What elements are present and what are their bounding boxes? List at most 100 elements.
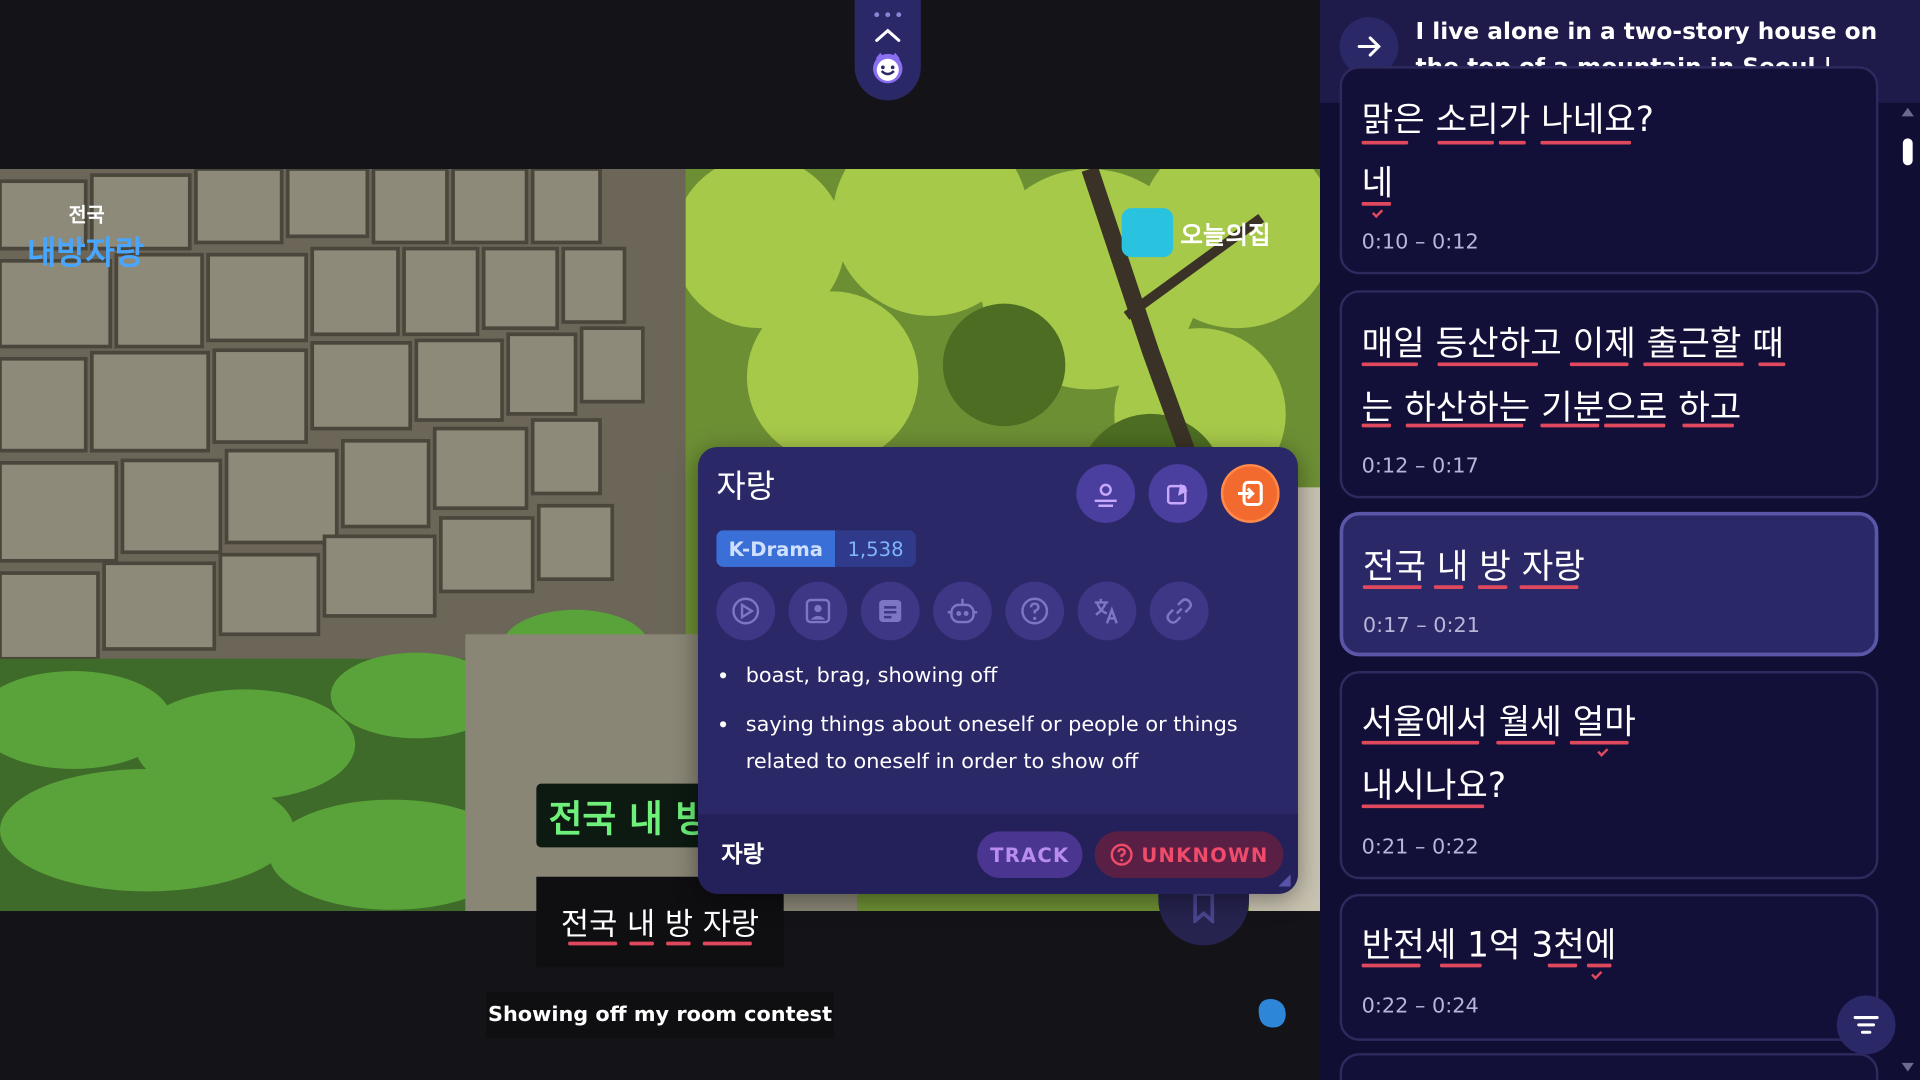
edit-button[interactable]: [1148, 464, 1208, 523]
word-underline: [1362, 585, 1422, 589]
definition-item: saying things about oneself or people or…: [741, 707, 1268, 780]
save-word-button[interactable]: [1220, 464, 1280, 523]
unknown-status-label: UNKNOWN: [1141, 843, 1269, 867]
filter-button[interactable]: [1836, 995, 1896, 1055]
show-logo-line2: 내방자랑: [26, 235, 145, 272]
transcript-card[interactable]: [1339, 1053, 1879, 1080]
filter-icon: [1853, 1016, 1879, 1034]
scroll-up-arrow-icon[interactable]: [1901, 107, 1914, 117]
mascot-icon: [873, 52, 903, 84]
word-underline: [1433, 585, 1464, 589]
transcript-line[interactable]: 내시나요?: [1362, 759, 1506, 808]
word-underline: [568, 941, 618, 946]
word-underline: [1440, 963, 1482, 968]
transcript-card[interactable]: 서울에서 월세 얼마 내시나요? 0:21 – 0:22: [1339, 671, 1879, 880]
top-collapse-handle[interactable]: [854, 0, 921, 101]
scroll-down-arrow-icon[interactable]: [1901, 1062, 1914, 1072]
scrollbar-thumb[interactable]: [1902, 138, 1913, 166]
show-logo: 전국 내방자랑: [27, 198, 144, 273]
ai-explain-button[interactable]: [933, 581, 992, 641]
word-underline: [1361, 804, 1485, 809]
play-button[interactable]: [716, 581, 776, 641]
chevron-up-icon: [875, 28, 901, 42]
translate-icon: [1094, 598, 1118, 624]
definition-list: boast, brag, showing off saying things a…: [741, 658, 1268, 793]
speaker-icon: [1094, 483, 1117, 507]
word-underline: [666, 941, 691, 946]
question-circle-icon: [1110, 843, 1133, 866]
transcript-line[interactable]: 는 하산하는 기분으로 하고: [1362, 381, 1742, 430]
examples-button[interactable]: [860, 581, 920, 641]
transcript-line[interactable]: 서울에서 월세 얼마: [1362, 696, 1636, 745]
word-underline: [1498, 140, 1526, 145]
known-check-icon: [1591, 968, 1603, 980]
word-underline: [702, 941, 752, 946]
word-underline: [1437, 362, 1538, 367]
image-search-button[interactable]: [788, 581, 848, 641]
word-underline: [1758, 362, 1786, 367]
channel-watermark: 오늘의집: [1121, 208, 1271, 258]
word-underline: [1361, 423, 1392, 428]
popup-word: 자랑: [716, 468, 775, 506]
subtitle-english: Showing off my room contest: [486, 991, 834, 1039]
subtitle-korean-text[interactable]: 전국 내 방 자랑: [561, 900, 759, 944]
unknown-status-button[interactable]: UNKNOWN: [1094, 831, 1284, 878]
transcript-card[interactable]: 반전세 1억 3천에 0:22 – 0:24: [1339, 893, 1879, 1041]
word-underline: [1540, 140, 1632, 145]
word-underline: [1405, 423, 1524, 428]
word-underline: [1586, 963, 1612, 968]
transcript-line[interactable]: 매일 등산하고 이제 출근할 때: [1362, 317, 1784, 366]
track-button[interactable]: TRACK: [977, 831, 1083, 878]
word-underline: [1643, 362, 1744, 367]
word-underline: [1569, 362, 1629, 367]
word-underline: [1361, 963, 1421, 968]
question-icon: [1021, 597, 1049, 625]
word-underline: [1569, 740, 1629, 745]
robot-icon: [947, 598, 978, 624]
channel-watermark-text: 오늘의집: [1180, 219, 1271, 250]
word-underline: [1361, 202, 1392, 206]
burned-in-caption: 전국 내 방: [536, 783, 722, 848]
document-icon: [879, 600, 902, 623]
word-underline: [1361, 740, 1480, 745]
play-icon: [732, 597, 760, 625]
transcript-card[interactable]: 매일 등산하고 이제 출근할 때 는 하산하는 기분으로 하고 0:12 – 0…: [1339, 290, 1879, 499]
transcript-card[interactable]: 맑은 소리가 나네요? 네 0:10 – 0:12: [1339, 66, 1879, 275]
link-button[interactable]: [1149, 581, 1209, 641]
word-underline: [1682, 423, 1734, 428]
frequency-source-tag: K-Drama: [716, 530, 836, 567]
house-icon: [1121, 208, 1174, 258]
known-check-icon: [1597, 745, 1609, 757]
image-icon: [805, 598, 831, 624]
transcript-card-active[interactable]: 전국 내 방 자랑 0:17 – 0:21: [1339, 511, 1879, 657]
transcript-line[interactable]: 반전세 1억 3천에: [1362, 918, 1617, 967]
word-underline: [1519, 585, 1579, 589]
bookmark-icon: [1193, 892, 1215, 924]
transcript-timestamp: 0:21 – 0:22: [1361, 835, 1479, 860]
resize-handle[interactable]: [1278, 874, 1291, 887]
link-icon: [1166, 598, 1193, 624]
pronounce-button[interactable]: [1076, 464, 1136, 523]
transcript-timestamp: 0:10 – 0:12: [1361, 230, 1479, 255]
word-underline: [1437, 140, 1494, 145]
show-logo-line1: 전국: [68, 203, 105, 227]
definition-item: boast, brag, showing off: [741, 658, 1268, 695]
known-check-icon: [1371, 206, 1384, 219]
transcript-timestamp: 0:17 – 0:21: [1362, 613, 1481, 638]
subtitle-english-text: Showing off my room contest: [487, 1002, 833, 1028]
transcript-line[interactable]: 맑은 소리가 나네요?: [1362, 93, 1654, 142]
help-button[interactable]: [1005, 581, 1065, 641]
translate-button[interactable]: [1077, 581, 1137, 641]
blob-icon[interactable]: [1254, 996, 1288, 1030]
transcript-line[interactable]: 전국 내 방 자랑: [1363, 540, 1585, 589]
frequency-badge: K-Drama 1,538: [716, 530, 916, 567]
edit-icon: [1166, 483, 1188, 505]
transcript-scrollbar[interactable]: [1900, 105, 1915, 1080]
word-underline: [1604, 423, 1666, 428]
word-underline: [1547, 963, 1578, 968]
transcript-line[interactable]: 네: [1362, 157, 1394, 206]
drag-dots-icon: [874, 12, 902, 18]
transcript-timestamp: 0:12 – 0:17: [1361, 454, 1479, 479]
arrow-right-icon: [1357, 36, 1381, 57]
word-underline: [1361, 362, 1418, 367]
